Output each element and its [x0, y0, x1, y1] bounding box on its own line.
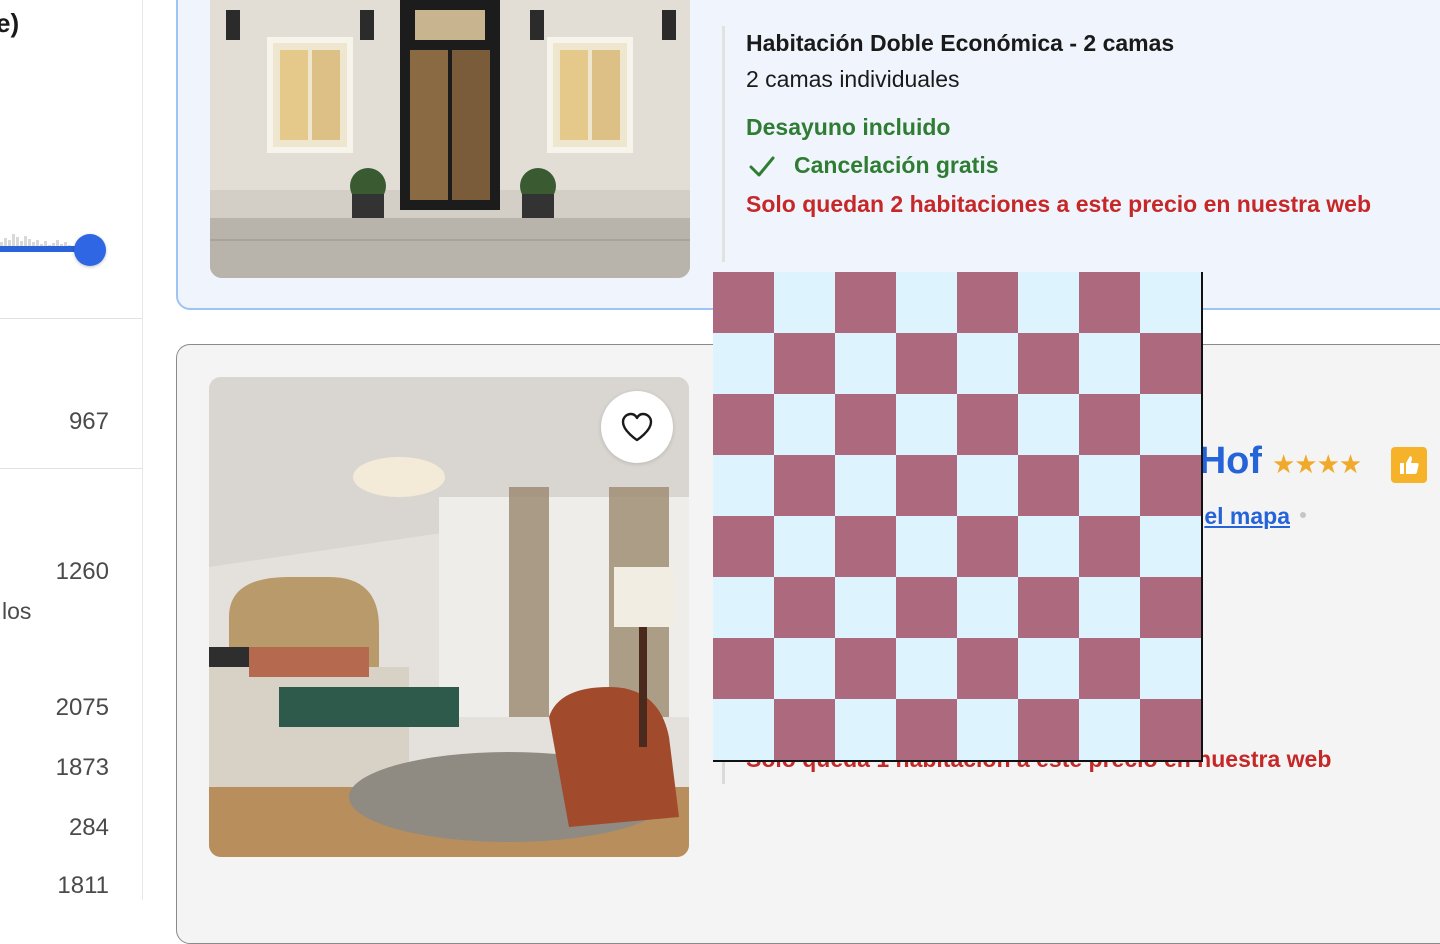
filter-option-label[interactable]: los: [2, 598, 31, 625]
heart-icon: [621, 412, 653, 442]
thumbs-up-badge: [1391, 447, 1427, 483]
checkerboard-overlay: [713, 272, 1203, 762]
breakfast-perk: Desayuno incluido: [746, 114, 951, 140]
price-slider-handle[interactable]: [74, 234, 106, 266]
filter-count: 967: [68, 408, 109, 435]
filter-sidebar: e) 967 1260 los 2075 1873 284 1811: [0, 0, 143, 900]
scarcity-message: Solo quedan 2 habitaciones a este precio…: [746, 191, 1372, 217]
filter-count: 1260: [55, 558, 109, 585]
divider: [0, 318, 142, 319]
filter-count: 1873: [55, 754, 109, 781]
room-beds: 2 camas individuales: [746, 66, 960, 92]
favorite-button[interactable]: [601, 391, 673, 463]
filter-count: 2075: [55, 694, 109, 721]
room-title[interactable]: Habitación Doble Económica - 2 camas: [746, 30, 1174, 57]
filter-count: 284: [68, 814, 109, 841]
facade-illustration: [210, 0, 690, 278]
free-cancellation-perk: Cancelación gratis: [794, 152, 999, 178]
divider: [0, 468, 142, 469]
star-rating: ★★★★: [1272, 449, 1362, 479]
room-info-divider: [722, 26, 1425, 262]
hotel-photo-facade[interactable]: [210, 0, 690, 278]
check-icon: [749, 156, 775, 177]
filter-heading: e): [0, 8, 20, 38]
thumbs-up-icon: [1400, 456, 1419, 474]
filter-count: 1811: [57, 872, 109, 899]
separator-dot: [1300, 512, 1306, 518]
